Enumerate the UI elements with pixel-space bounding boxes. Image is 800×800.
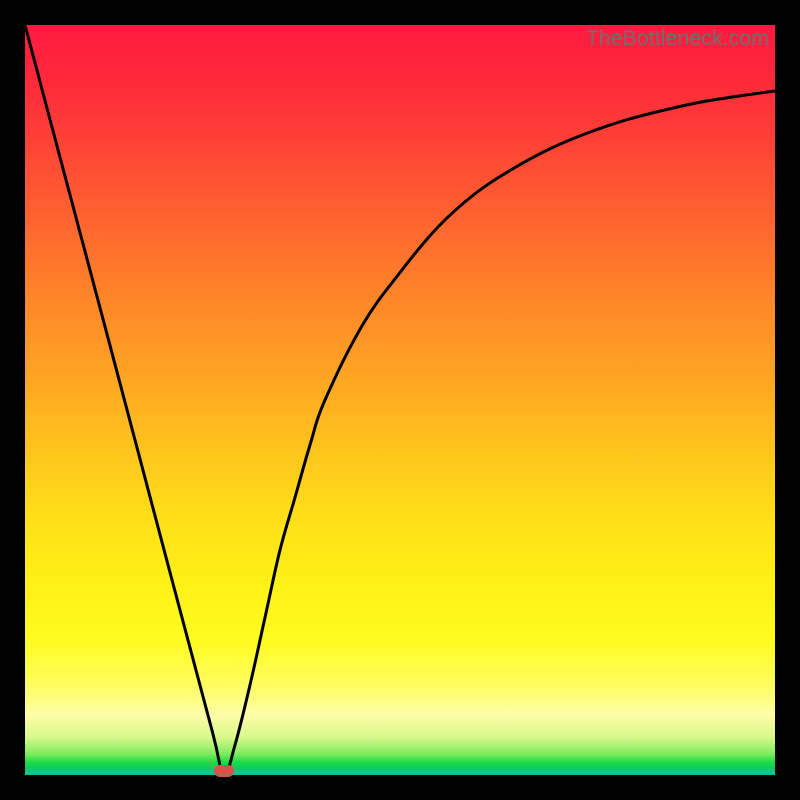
bottleneck-curve bbox=[25, 25, 775, 775]
plot-area: TheBottleneck.com bbox=[25, 25, 775, 775]
optimal-point-marker bbox=[214, 765, 234, 777]
chart-frame: TheBottleneck.com bbox=[0, 0, 800, 800]
